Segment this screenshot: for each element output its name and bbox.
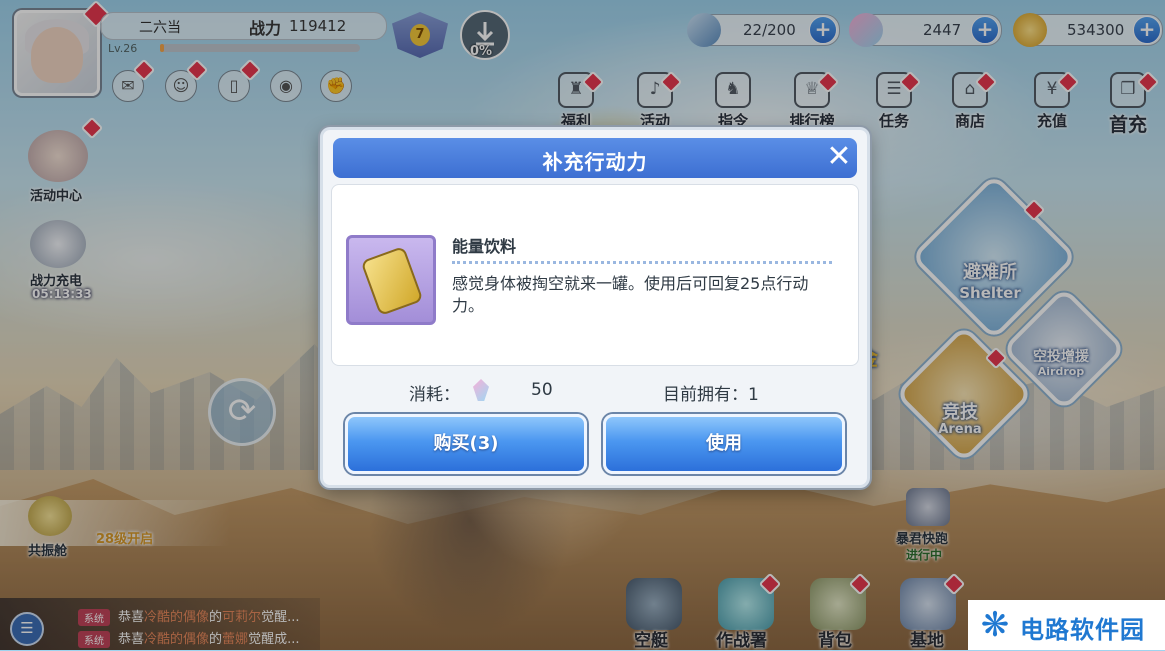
dotted-divider [452, 261, 832, 264]
item-description: 感觉身体被掏空就来一罐。使用后可回复25点行动力。 [452, 274, 809, 315]
buy-button[interactable]: 购买(3) [345, 414, 587, 474]
cost-label: 消耗： [409, 385, 460, 405]
use-button[interactable]: 使用 [603, 414, 845, 474]
refill-stamina-dialog: 补充行动力 ✕ 能量饮料 感觉身体被掏空就来一罐。使用后可回复25点行动力。 消… [320, 127, 870, 488]
dialog-title: 补充行动力 [542, 150, 648, 174]
item-info-panel: 能量饮料 感觉身体被掏空就来一罐。使用后可回复25点行动力。 [331, 184, 859, 366]
item-name: 能量饮料 [452, 237, 517, 256]
cost-value: 50 [531, 380, 553, 400]
energy-drink-icon [360, 245, 424, 317]
item-slot [346, 235, 436, 325]
watermark-text: 电路软件园 [1020, 616, 1145, 644]
dialog-header: 补充行动力 ✕ [333, 138, 857, 178]
close-icon[interactable]: ✕ [825, 142, 853, 172]
snowflake-logo-icon: ❋ [980, 605, 1010, 645]
watermark: ❋ 电路软件园 [968, 600, 1165, 650]
crystal-icon [473, 379, 489, 401]
owned-count: 目前拥有：1 [663, 385, 759, 405]
